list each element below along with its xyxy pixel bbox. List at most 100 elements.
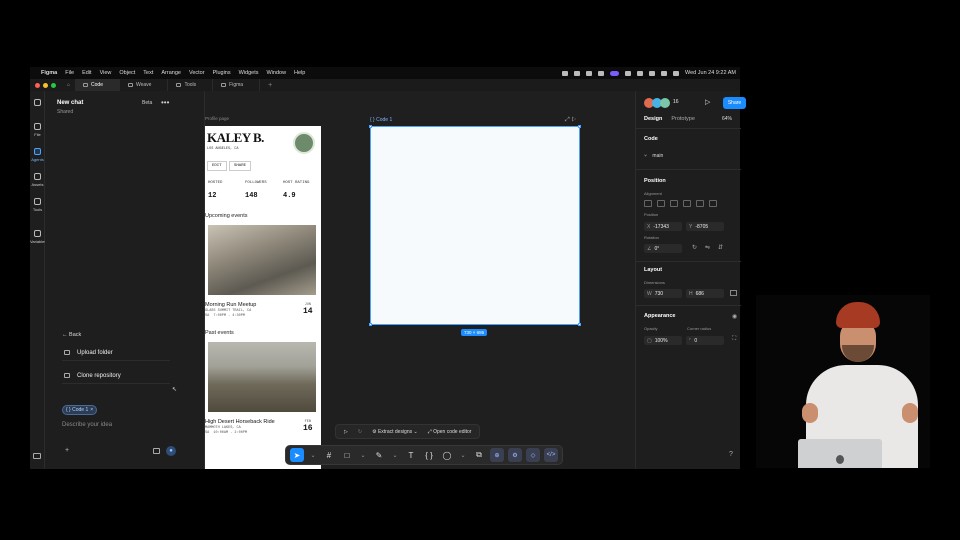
pen-tool-icon[interactable]: ✎ — [372, 448, 386, 462]
rail-file[interactable]: File — [30, 123, 45, 137]
tab-design[interactable]: Design — [644, 116, 662, 122]
code-tool-icon[interactable]: { } — [422, 448, 436, 462]
rail-assets[interactable]: Assets — [30, 173, 45, 187]
move-tool-icon[interactable]: ➤ — [290, 448, 304, 462]
menu-help[interactable]: Help — [294, 70, 305, 76]
status-icon[interactable] — [586, 70, 593, 76]
align-top-icon[interactable] — [683, 200, 691, 207]
rail-tools[interactable]: Tools — [30, 198, 45, 212]
frame-label-code[interactable]: { } Code 1 — [370, 117, 392, 123]
play-icon[interactable]: ▷ — [344, 429, 348, 435]
close-window-button[interactable] — [35, 82, 40, 88]
resize-to-fit-icon[interactable] — [730, 290, 737, 296]
width-field[interactable]: W 730 — [644, 289, 682, 298]
search-icon[interactable] — [661, 70, 668, 76]
tab-figma[interactable]: Figma — [213, 79, 261, 91]
menu-plugins[interactable]: Plugins — [213, 70, 231, 76]
extract-designs-button[interactable]: ⚙ Extract designs ⌄ — [372, 429, 418, 435]
context-chip[interactable]: { } Code 1 × — [62, 405, 98, 415]
text-tool-icon[interactable]: T — [404, 448, 418, 462]
presence-count[interactable]: 16 — [673, 99, 679, 105]
mode-toggle-icon[interactable]: ⊕ — [490, 448, 504, 462]
tab-prototype[interactable]: Prototype — [671, 116, 695, 122]
moon-icon[interactable] — [625, 70, 632, 76]
clone-repository-button[interactable]: Clone repository — [62, 368, 170, 384]
rotation-field[interactable]: ∠ 0° — [644, 244, 682, 253]
menu-text[interactable]: Text — [143, 70, 153, 76]
y-field[interactable]: Y -8705 — [686, 222, 724, 231]
height-field[interactable]: H 686 — [686, 289, 724, 298]
back-button[interactable]: ← Back — [62, 332, 81, 338]
chip-close-icon[interactable]: × — [90, 407, 93, 413]
menu-file[interactable]: File — [65, 70, 74, 76]
design-canvas[interactable]: Profile page KALEY B. LOS ANGELES, CA ED… — [205, 91, 635, 469]
rotate-icon[interactable]: ↻ — [692, 244, 697, 251]
status-icon[interactable] — [598, 70, 605, 76]
tab-tools[interactable]: Tools — [168, 79, 214, 91]
chat-title[interactable]: New chat — [57, 100, 83, 106]
redo-icon[interactable]: ↻ — [358, 429, 362, 435]
code-frame[interactable] — [369, 125, 581, 326]
image-attach-icon[interactable] — [153, 448, 160, 454]
frame-tool-icon[interactable]: # — [322, 448, 336, 462]
resize-handle[interactable] — [578, 125, 581, 128]
clock[interactable]: Wed Jun 24 9:22 AM — [685, 70, 736, 76]
chevron-down-icon[interactable]: ⌄ — [458, 448, 468, 462]
actions-icon[interactable]: ⧉ — [472, 448, 486, 462]
status-icon[interactable] — [562, 70, 569, 76]
flip-horizontal-icon[interactable]: ⇋ — [705, 244, 710, 251]
wifi-icon[interactable] — [637, 70, 644, 76]
menu-window[interactable]: Window — [266, 70, 286, 76]
opacity-field[interactable]: ▢ 100% — [644, 336, 682, 345]
status-icon[interactable] — [574, 70, 581, 76]
rail-agents[interactable]: Agents — [30, 148, 45, 162]
menu-figma[interactable]: Figma — [41, 70, 57, 76]
rectangle-tool-icon[interactable]: □ — [340, 448, 354, 462]
menu-object[interactable]: Object — [119, 70, 135, 76]
menu-widgets[interactable]: Widgets — [239, 70, 259, 76]
tab-weave[interactable]: Weave — [120, 79, 169, 91]
avatar[interactable] — [660, 98, 670, 108]
new-tab-button[interactable]: + — [260, 82, 272, 89]
align-center-icon[interactable] — [657, 200, 665, 207]
menu-edit[interactable]: Edit — [82, 70, 91, 76]
mode-toggle-icon[interactable]: ◇ — [526, 448, 540, 462]
dev-mode-icon[interactable]: </> — [544, 448, 558, 462]
figma-menu-icon[interactable] — [30, 99, 45, 108]
upload-folder-button[interactable]: Upload folder — [62, 345, 170, 361]
help-icon[interactable]: ? — [729, 451, 733, 458]
independent-corners-icon[interactable]: ⛶ — [732, 336, 736, 343]
menu-vector[interactable]: Vector — [189, 70, 205, 76]
frame-label-profile[interactable]: Profile page — [205, 116, 229, 121]
align-middle-icon[interactable] — [696, 200, 704, 207]
home-icon[interactable]: ⌂ — [62, 82, 75, 88]
panel-toggle-icon[interactable] — [33, 453, 41, 459]
open-code-editor-button[interactable]: ⤢ Open code editor — [428, 429, 472, 435]
zoom-level[interactable]: 64% — [722, 116, 732, 122]
x-field[interactable]: X -17343 — [644, 222, 682, 231]
screen-record-icon[interactable] — [610, 70, 620, 76]
comment-tool-icon[interactable]: ◯ — [440, 448, 454, 462]
align-right-icon[interactable] — [670, 200, 678, 207]
add-attachment-button[interactable]: + — [65, 447, 69, 454]
tab-code[interactable]: Code — [75, 79, 120, 91]
eye-icon[interactable]: ◉ — [732, 313, 737, 320]
align-bottom-icon[interactable] — [709, 200, 717, 207]
resize-handle[interactable] — [369, 323, 372, 326]
present-icon[interactable]: ▷ — [705, 98, 710, 106]
corner-radius-field[interactable]: ⌜ 0 — [686, 336, 724, 345]
minimize-window-button[interactable] — [43, 82, 48, 88]
menu-view[interactable]: View — [100, 70, 112, 76]
zoom-window-button[interactable] — [51, 82, 56, 88]
chevron-down-icon[interactable]: ⌄ — [358, 448, 368, 462]
menu-arrange[interactable]: Arrange — [161, 70, 181, 76]
battery-icon[interactable] — [649, 70, 656, 76]
share-button[interactable]: Share — [723, 97, 746, 109]
frame-tools[interactable]: ⤢ ▷ — [565, 117, 576, 124]
branch-row[interactable]: ⑂ main — [644, 153, 663, 159]
resize-handle[interactable] — [578, 323, 581, 326]
resize-handle[interactable] — [369, 125, 372, 128]
profile-page-frame[interactable]: KALEY B. LOS ANGELES, CA EDIT SHARE HOST… — [205, 126, 321, 469]
mode-toggle-icon[interactable]: ⚙ — [508, 448, 522, 462]
mic-icon[interactable]: ● — [166, 446, 176, 456]
